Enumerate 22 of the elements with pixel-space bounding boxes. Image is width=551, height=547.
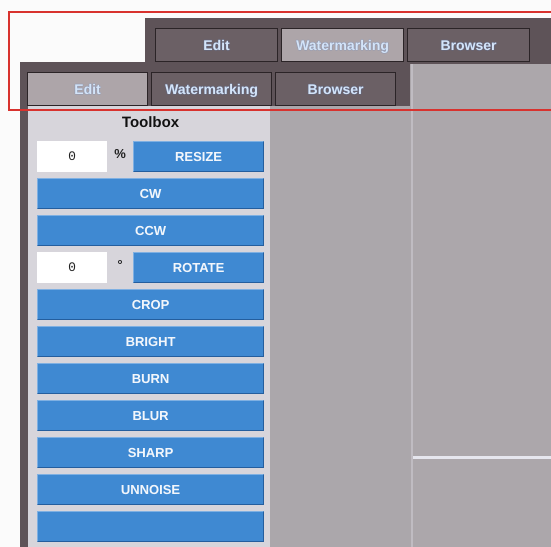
tab[interactable]: Watermarking [151, 72, 272, 106]
unit-label: ° [116, 256, 124, 274]
action-button[interactable]: ROTATE [133, 252, 264, 283]
action-button[interactable]: BURN [37, 363, 264, 394]
action-button[interactable]: UNNOISE [37, 474, 264, 505]
action-button[interactable]: CW [37, 178, 264, 209]
action-button[interactable]: CROP [37, 289, 264, 320]
input-field[interactable]: 0 [37, 252, 107, 283]
input-field[interactable]: 0 [37, 141, 107, 172]
action-button[interactable] [37, 511, 264, 542]
action-button[interactable]: BLUR [37, 400, 264, 431]
action-button[interactable]: RESIZE [133, 141, 264, 172]
action-button[interactable]: CCW [37, 215, 264, 246]
tab[interactable]: Browser [407, 28, 530, 62]
action-button[interactable]: BRIGHT [37, 326, 264, 357]
tab[interactable]: Watermarking [281, 28, 404, 62]
tab[interactable]: Edit [27, 72, 148, 106]
tab[interactable]: Edit [155, 28, 278, 62]
tab[interactable]: Browser [275, 72, 396, 106]
panel-title: Toolbox [122, 113, 180, 133]
action-button[interactable]: SHARP [37, 437, 264, 468]
unit-label: % [113, 145, 127, 163]
